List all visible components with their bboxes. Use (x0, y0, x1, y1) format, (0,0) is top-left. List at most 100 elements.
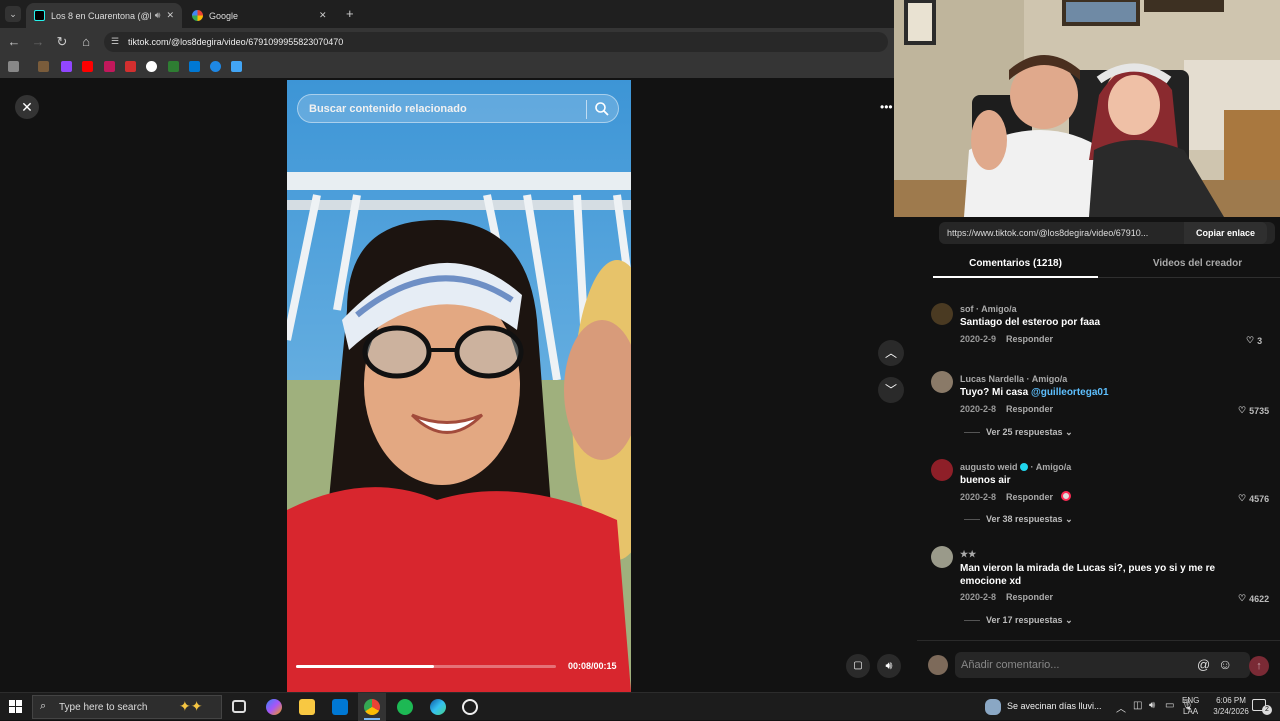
video-progress-track[interactable] (296, 665, 556, 668)
tab-label: Google (209, 10, 239, 21)
like-button[interactable]: ♡ 5735 (1238, 405, 1269, 416)
tab-comments[interactable]: Comentarios (1218) (933, 258, 1098, 269)
view-replies[interactable]: Ver 38 respuestas ⌄ (964, 514, 1073, 525)
forward-icon[interactable]: → (30, 34, 46, 50)
audio-icon[interactable]: 🔊︎ (155, 10, 161, 21)
reload-icon[interactable]: ↻ (54, 34, 70, 50)
avatar[interactable] (931, 546, 953, 568)
view-replies[interactable]: Ver 17 respuestas ⌄ (964, 615, 1073, 626)
like-button[interactable]: ♡ 4576 (1238, 493, 1269, 504)
keyboard-layout[interactable]: LAA (1183, 707, 1198, 716)
back-icon[interactable]: ← (6, 34, 22, 50)
miniplayer-icon[interactable]: ▢ (846, 654, 870, 678)
emoji-icon[interactable]: ☺ (1218, 656, 1232, 672)
comment-date: 2020-2-9 (960, 334, 997, 344)
comment-user[interactable]: ★★ (960, 549, 976, 560)
outlook-icon[interactable] (189, 61, 200, 72)
apps-grid-icon[interactable] (8, 61, 19, 72)
more-options-icon[interactable]: ••• (880, 100, 893, 114)
task-view-icon[interactable] (232, 700, 246, 713)
youtube-icon[interactable] (82, 61, 93, 72)
comment-input-box[interactable]: Añadir comentario... @ ☺ (955, 652, 1250, 678)
site-info-icon[interactable]: ☰ (111, 36, 119, 47)
video-progress-fill (296, 665, 434, 668)
tray-chevron-icon[interactable]: ︿ (1116, 700, 1126, 715)
home-icon[interactable]: ⌂ (78, 34, 94, 50)
copy-link-button[interactable]: Copiar enlace (1184, 222, 1268, 244)
like-button[interactable]: ♡ 3 (1246, 335, 1262, 346)
reply-button[interactable]: Responder (1006, 592, 1053, 602)
panel-tabs: Comentarios (1218) Videos del creador (933, 255, 1280, 278)
bookmark-icon[interactable] (210, 61, 221, 72)
display-icon[interactable]: ▭ (1165, 700, 1174, 711)
browser-tab-bar: ⌄ Los 8 en Cuarentona (@los 🔊︎ ✕ Google … (0, 0, 894, 28)
search-icon[interactable] (594, 101, 609, 121)
close-tab-icon[interactable]: ✕ (166, 10, 174, 21)
mention-icon[interactable]: @ (1197, 657, 1210, 672)
related-search-input[interactable]: Buscar contenido relacionado (309, 103, 467, 115)
reply-button[interactable]: Responder (1006, 492, 1053, 502)
new-tab-button[interactable]: + (346, 6, 354, 21)
view-replies-label: Ver 25 respuestas (986, 427, 1063, 437)
network-icon[interactable]: ◫ (1133, 700, 1142, 711)
webcam-scene (894, 0, 1280, 217)
like-count: 3 (1257, 335, 1263, 346)
avatar[interactable] (931, 303, 953, 325)
comment-user[interactable]: sof · Amigo/a (960, 304, 1017, 314)
comment-user[interactable]: augusto weid · Amigo/a (960, 462, 1071, 472)
post-comment-button[interactable]: ↑ (1249, 656, 1269, 676)
app-icon[interactable] (462, 699, 478, 715)
view-replies[interactable]: Ver 25 respuestas ⌄ (964, 427, 1073, 438)
weather-icon[interactable] (985, 699, 1001, 715)
close-tab-icon[interactable]: ✕ (319, 10, 327, 21)
avatar[interactable] (931, 371, 953, 393)
view-replies-label: Ver 38 respuestas (986, 514, 1063, 524)
bookmark-icon[interactable] (146, 61, 157, 72)
language-code[interactable]: ENG (1182, 696, 1199, 705)
volume-icon[interactable]: 🔊︎ (877, 654, 901, 678)
copilot-sparkle-icon: ✦✦ (179, 698, 203, 714)
tab-creator-videos[interactable]: Videos del creador (1115, 258, 1280, 269)
avatar[interactable] (931, 459, 953, 481)
tab-tiktok[interactable]: Los 8 en Cuarentona (@los 🔊︎ ✕ (26, 3, 182, 28)
mention-link[interactable]: @guilleortega01 (1031, 387, 1109, 398)
like-button[interactable]: ♡ 4622 (1238, 593, 1269, 604)
related-search-box[interactable]: Buscar contenido relacionado (297, 94, 619, 123)
start-icon[interactable] (9, 700, 22, 713)
copilot-icon[interactable] (266, 699, 282, 715)
comment-text-body: Tuyo? Mi casa (960, 387, 1031, 398)
tiktok-favicon-icon (34, 10, 45, 21)
replies-divider (964, 432, 980, 434)
reply-button[interactable]: Responder (1006, 404, 1053, 414)
comment-input[interactable]: Añadir comentario... (961, 659, 1059, 671)
reply-button[interactable]: Responder (1006, 334, 1053, 344)
chrome-icon[interactable] (364, 699, 380, 715)
clock-time[interactable]: 6:06 PM (1208, 696, 1254, 705)
tab-label: Los 8 en Cuarentona (@los (50, 10, 151, 21)
bookmark-icon[interactable] (125, 61, 136, 72)
share-url[interactable]: https://www.tiktok.com/@los8degira/video… (947, 228, 1148, 238)
bookmark-icon[interactable] (38, 61, 49, 72)
file-explorer-icon[interactable] (299, 699, 315, 715)
video-player[interactable]: Buscar contenido relacionado 00:08/00:15 (287, 80, 631, 692)
taskbar-search-input[interactable]: Type here to search (59, 702, 147, 713)
tab-list-button[interactable]: ⌄ (5, 6, 21, 22)
twitch-icon[interactable] (61, 61, 72, 72)
tab-google[interactable]: Google ✕ (184, 3, 340, 28)
comment-user[interactable]: Lucas Nardella · Amigo/a (960, 374, 1067, 384)
taskbar-search-box[interactable]: ⌕ Type here to search ✦✦ (32, 695, 222, 719)
url-field[interactable]: ☰ tiktok.com/@los8degira/video/679109995… (104, 32, 888, 52)
outlook-icon[interactable] (332, 699, 348, 715)
previous-video-button[interactable]: ︿ (878, 340, 904, 366)
speaker-icon[interactable]: 🔊︎ (1149, 700, 1155, 711)
close-video-button[interactable]: ✕ (15, 95, 39, 119)
clock-date[interactable]: 3/24/2026 (1208, 707, 1254, 716)
edge-icon[interactable] (430, 699, 446, 715)
comment-divider (917, 640, 1280, 641)
bookmark-icon[interactable] (168, 61, 179, 72)
next-video-button[interactable]: ﹀ (878, 377, 904, 403)
bookmark-icon[interactable] (104, 61, 115, 72)
spotify-icon[interactable] (397, 699, 413, 715)
bookmark-icon[interactable] (231, 61, 242, 72)
weather-text[interactable]: Se avecinan días lluvi... (1007, 701, 1102, 711)
